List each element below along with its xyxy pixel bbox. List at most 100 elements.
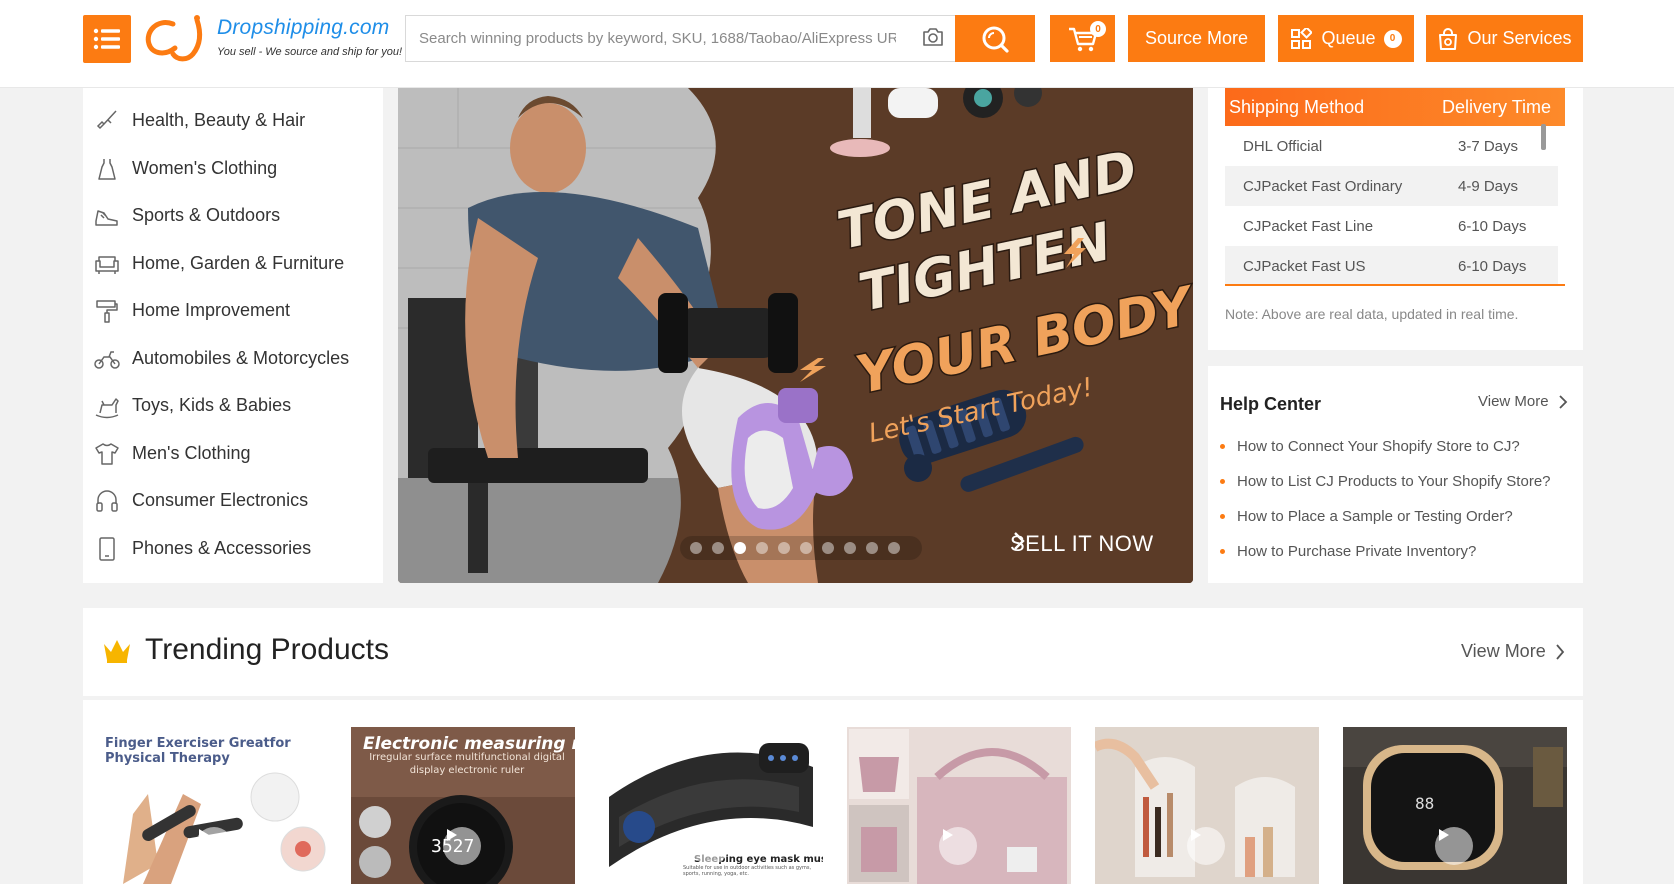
delivery-time-cell: 6-10 Days bbox=[1458, 217, 1527, 235]
category-label: Health, Beauty & Hair bbox=[132, 109, 306, 130]
site-logo[interactable]: Dropshipping.com You sell - We source an… bbox=[143, 14, 402, 64]
category-label: Men's Clothing bbox=[132, 442, 251, 463]
sell-it-now-label: SELL IT NOW bbox=[1010, 531, 1154, 556]
carousel-dot[interactable] bbox=[756, 542, 768, 554]
trending-title: Trending Products bbox=[145, 633, 390, 666]
category-item-toys-kids[interactable]: Toys, Kids & Babies bbox=[83, 385, 383, 425]
queue-label: Queue bbox=[1321, 28, 1376, 48]
our-services-label: Our Services bbox=[1467, 28, 1572, 48]
menu-button[interactable] bbox=[83, 15, 131, 63]
our-services-button[interactable]: Our Services bbox=[1426, 15, 1583, 62]
product-caption-2: Suitable for use in outdoor activities s… bbox=[683, 865, 812, 877]
product-card-pink-travel-bag[interactable] bbox=[847, 727, 1071, 884]
product-card-finger-exerciser[interactable]: Finger Exerciser Greatfor Physical Thera… bbox=[103, 727, 327, 884]
video-play-button[interactable] bbox=[443, 827, 481, 865]
category-item-consumer-electronics[interactable]: Consumer Electronics bbox=[83, 480, 383, 520]
shipping-note: Note: Above are real data, updated in re… bbox=[1225, 306, 1519, 322]
carousel-dot[interactable] bbox=[800, 542, 812, 554]
category-item-mens-clothing[interactable]: Men's Clothing bbox=[83, 433, 383, 473]
shipping-method-cell: DHL Official bbox=[1243, 137, 1323, 155]
banner-artwork: TONE AND TIGHTEN YOUR BODY Let's Start T… bbox=[398, 88, 1193, 583]
video-play-button[interactable] bbox=[1187, 827, 1225, 865]
image-search-button[interactable] bbox=[921, 26, 947, 50]
bullet-dot bbox=[1220, 479, 1225, 484]
chevron-right-icon bbox=[1014, 532, 1025, 550]
queue-button[interactable]: Queue 0 bbox=[1278, 15, 1414, 62]
carousel-dot[interactable] bbox=[844, 542, 856, 554]
tshirt-icon bbox=[95, 443, 119, 465]
chevron-right-icon bbox=[1556, 643, 1564, 660]
brush-icon bbox=[96, 110, 117, 130]
table-row: CJPacket Fast US 6-10 Days bbox=[1225, 246, 1558, 284]
source-more-button[interactable]: Source More bbox=[1128, 15, 1265, 62]
table-row: CJPacket Fast Line 6-10 Days bbox=[1225, 206, 1558, 246]
trending-view-more-link[interactable]: View More bbox=[1461, 641, 1566, 662]
carousel-dot[interactable] bbox=[690, 542, 702, 554]
video-play-button[interactable] bbox=[195, 827, 233, 865]
product-card-makeup-organizer[interactable] bbox=[1095, 727, 1319, 884]
search-bar bbox=[405, 15, 955, 62]
product-card-measuring-ruler[interactable]: Electronic measuring rule Irregular surf… bbox=[351, 727, 575, 884]
play-icon bbox=[695, 829, 705, 841]
bullet-dot bbox=[1220, 444, 1225, 449]
category-item-home-garden[interactable]: Home, Garden & Furniture bbox=[83, 243, 383, 283]
help-view-more-link[interactable]: View More bbox=[1478, 393, 1569, 410]
category-menu: Health, Beauty & Hair Women's Clothing S… bbox=[83, 88, 383, 583]
delivery-time-cell: 3-7 Days bbox=[1458, 137, 1519, 155]
video-play-button[interactable] bbox=[1435, 827, 1473, 865]
carousel-dot-active[interactable] bbox=[734, 542, 746, 554]
motorcycle-icon bbox=[94, 351, 120, 369]
carousel-dot[interactable] bbox=[778, 542, 790, 554]
help-article-link[interactable]: How to Connect Your Shopify Store to CJ? bbox=[1220, 438, 1520, 455]
product-card-sleep-headband[interactable]: Sleeping eye mask music Suitable for use… bbox=[599, 727, 823, 884]
video-play-button[interactable] bbox=[939, 827, 977, 865]
view-more-label: View More bbox=[1461, 641, 1546, 661]
cart-count-badge: 0 bbox=[1090, 21, 1106, 37]
sell-it-now-link[interactable]: SELL IT NOW bbox=[1010, 531, 1154, 557]
play-icon bbox=[199, 829, 209, 841]
help-article-label: How to List CJ Products to Your Shopify … bbox=[1237, 473, 1551, 490]
category-item-womens-clothing[interactable]: Women's Clothing bbox=[83, 148, 383, 188]
carousel-dot[interactable] bbox=[866, 542, 878, 554]
cart-button[interactable]: 0 bbox=[1050, 15, 1115, 62]
product-caption-2: Irregular surface multifunctional digita… bbox=[369, 752, 565, 776]
column-delivery-time: Delivery Time bbox=[1442, 96, 1552, 117]
category-label: Toys, Kids & Babies bbox=[132, 394, 292, 415]
trending-products-row: Finger Exerciser Greatfor Physical Thera… bbox=[83, 700, 1583, 884]
search-button[interactable] bbox=[955, 15, 1035, 62]
video-play-button[interactable] bbox=[691, 827, 729, 865]
queue-count-badge: 0 bbox=[1383, 29, 1402, 48]
help-article-link[interactable]: How to List CJ Products to Your Shopify … bbox=[1220, 473, 1551, 490]
play-icon bbox=[1191, 829, 1201, 841]
play-icon bbox=[1439, 829, 1449, 841]
category-item-home-improvement[interactable]: Home Improvement bbox=[83, 290, 383, 330]
bullet-dot bbox=[1220, 549, 1225, 554]
search-input[interactable] bbox=[406, 16, 896, 61]
table-row: DHL Official 3-7 Days bbox=[1225, 126, 1558, 166]
carousel-dot[interactable] bbox=[822, 542, 834, 554]
carousel-dot[interactable] bbox=[888, 542, 900, 554]
bullet-dot bbox=[1220, 514, 1225, 519]
carousel-dot[interactable] bbox=[712, 542, 724, 554]
view-more-label: View More bbox=[1478, 393, 1549, 410]
shipping-method-cell: CJPacket Fast Line bbox=[1243, 217, 1374, 235]
play-icon bbox=[447, 829, 457, 841]
help-article-link[interactable]: How to Place a Sample or Testing Order? bbox=[1220, 508, 1513, 525]
carousel-indicators bbox=[680, 536, 922, 560]
shipping-table-scrollbar[interactable] bbox=[1541, 124, 1546, 150]
category-item-sports-outdoors[interactable]: Sports & Outdoors bbox=[83, 195, 383, 235]
help-article-link[interactable]: How to Purchase Private Inventory? bbox=[1220, 543, 1476, 560]
delivery-time-cell: 6-10 Days bbox=[1458, 257, 1527, 275]
hero-banner[interactable]: TONE AND TIGHTEN YOUR BODY Let's Start T… bbox=[398, 88, 1193, 583]
paint-roller-icon bbox=[96, 300, 118, 323]
product-card-smart-mirror-clock[interactable]: 88 bbox=[1343, 727, 1567, 884]
category-item-phones-accessories[interactable]: Phones & Accessories bbox=[83, 528, 383, 568]
sofa-icon bbox=[95, 256, 119, 274]
rocking-horse-icon bbox=[95, 398, 119, 419]
help-article-label: How to Connect Your Shopify Store to CJ? bbox=[1237, 438, 1520, 455]
category-item-health-beauty[interactable]: Health, Beauty & Hair bbox=[83, 100, 383, 140]
category-item-automobiles[interactable]: Automobiles & Motorcycles bbox=[83, 338, 383, 378]
logo-tagline: You sell - We source and ship for you! bbox=[217, 46, 403, 58]
help-article-label: How to Purchase Private Inventory? bbox=[1237, 543, 1477, 560]
dress-icon bbox=[98, 159, 116, 180]
